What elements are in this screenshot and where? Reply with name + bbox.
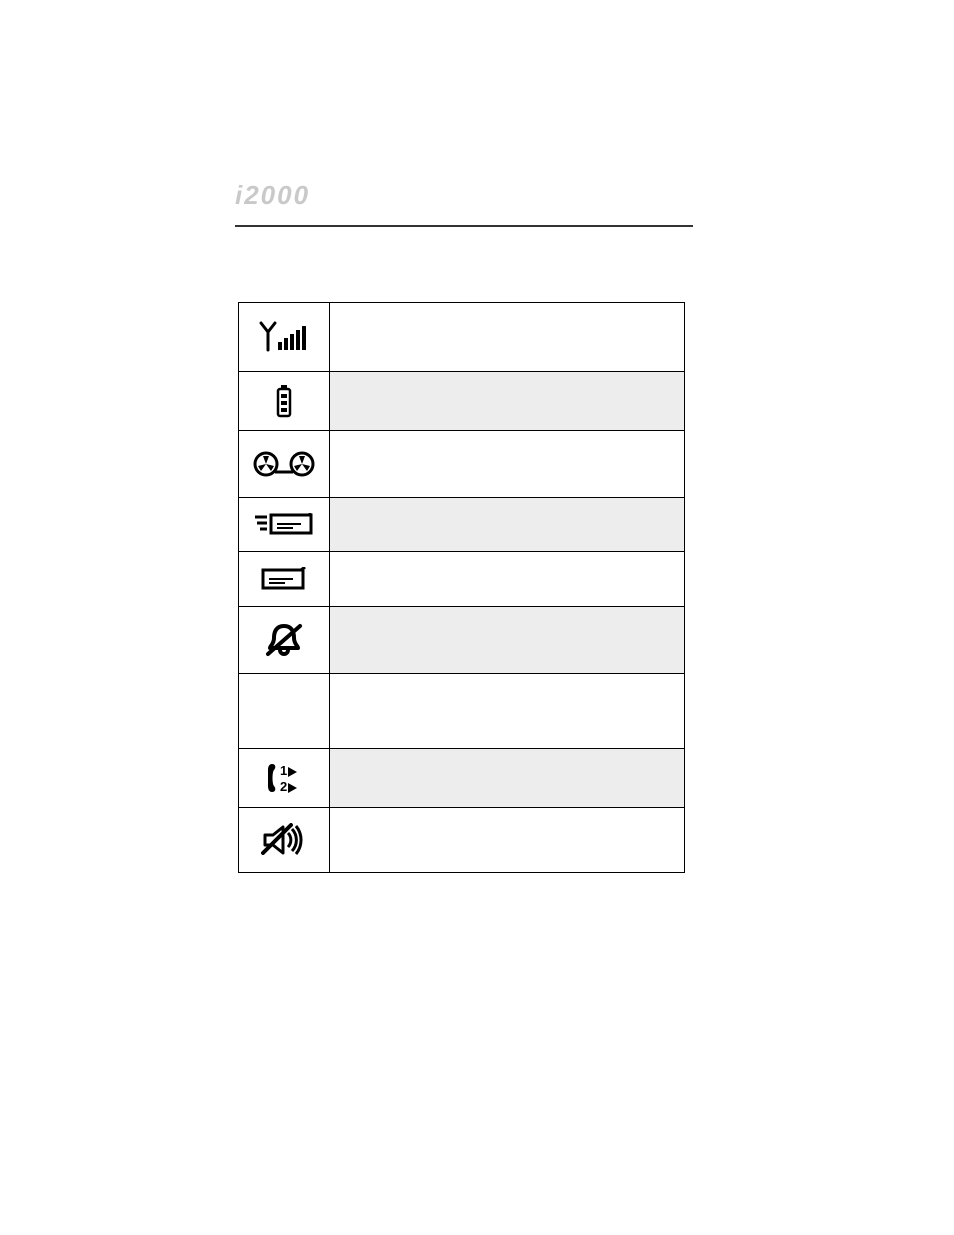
vibrate-alert-icon: [243, 622, 325, 658]
logo-text: i2000: [235, 180, 310, 210]
table-row: [239, 607, 685, 674]
status-icons-table: 1 2: [238, 302, 685, 873]
line-1-2-icon: 1 2: [243, 762, 325, 794]
battery-icon: [243, 384, 325, 418]
table-row: [239, 303, 685, 372]
speaker-off-icon: [243, 823, 325, 857]
message-icon: [243, 567, 325, 591]
voicemail-icon: [243, 449, 325, 479]
table-row: 1 2: [239, 749, 685, 808]
header-divider: [235, 225, 693, 227]
message-list-icon: [243, 513, 325, 537]
signal-strength-icon: [243, 320, 325, 354]
table-row: [239, 808, 685, 873]
page-header: i2000: [235, 180, 693, 235]
svg-text:1: 1: [280, 763, 287, 778]
table-row: [239, 552, 685, 607]
svg-text:2: 2: [280, 779, 287, 794]
table-row: [239, 431, 685, 498]
table-row: [239, 372, 685, 431]
table-row: [239, 498, 685, 552]
table-row: [239, 674, 685, 749]
